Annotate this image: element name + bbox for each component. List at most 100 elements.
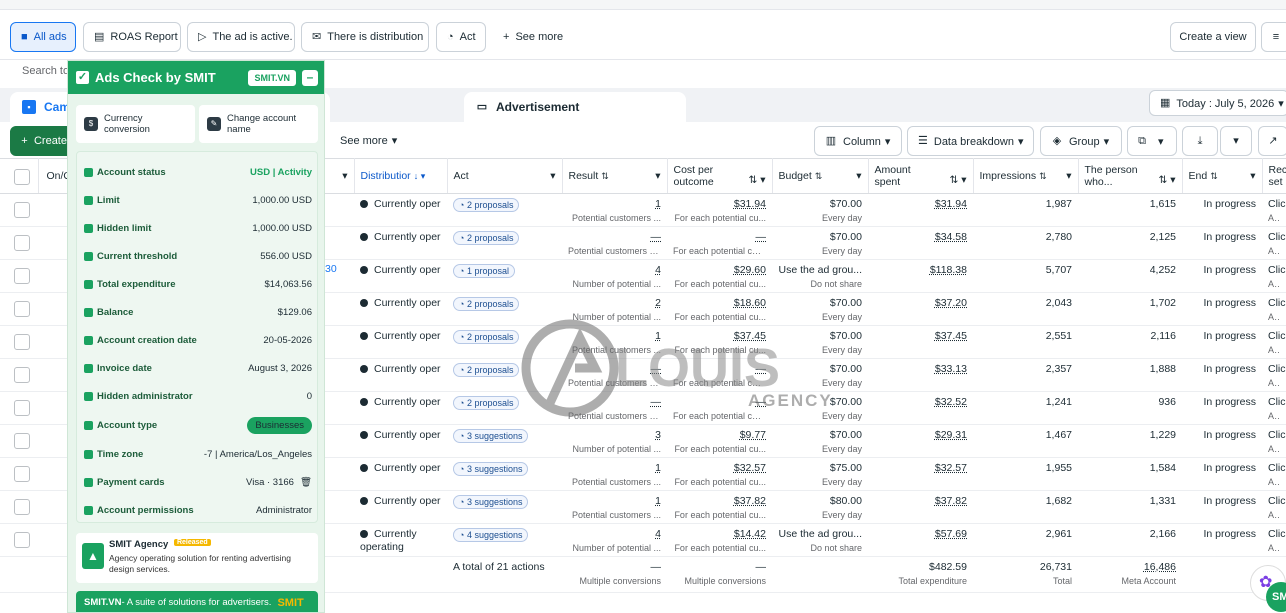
row-checkbox[interactable] [14,334,30,350]
smit-agency-card[interactable]: ▲ SMIT Agency Released Agency operating … [76,533,318,583]
change-account-name-button[interactable]: ✎ Change account name [199,105,318,143]
row-amount[interactable]: $118.38 [930,264,967,276]
view-ad-active[interactable]: ▷ The ad is active. [187,22,295,52]
row-3-name-fragment[interactable]: 30 [325,263,337,275]
row-checkbox[interactable] [14,235,30,251]
row-checkbox[interactable] [14,532,30,548]
recommendation-pill[interactable]: ◔ 2 proposals [453,231,520,245]
account-info-label: Payment cards [84,477,165,488]
row-checkbox[interactable] [14,202,30,218]
chart-button[interactable]: ↗ [1258,126,1286,156]
row-amount[interactable]: $33.13 [935,363,967,375]
recommendation-pill[interactable]: ◔ 4 suggestions [453,528,529,542]
row-result[interactable]: 1 [655,462,661,474]
row-checkbox[interactable] [14,367,30,383]
view-act[interactable]: ◔ Act [436,22,486,52]
row-cost[interactable]: $32.57 [734,462,766,474]
row-amount[interactable]: $31.94 [935,198,967,210]
row-checkbox[interactable] [14,301,30,317]
row-amount[interactable]: $34.58 [935,231,967,243]
row-result[interactable]: 4 [655,264,661,276]
row-result[interactable]: 1 [655,198,661,210]
row-checkbox[interactable] [14,499,30,515]
recommendation-pill[interactable]: ◔ 3 suggestions [453,462,529,476]
data-breakdown-button[interactable]: ☰ Data breakdown [907,126,1034,156]
row-amount[interactable]: $37.82 [935,495,967,507]
column-button[interactable]: ▥ Column [814,126,902,156]
row-amount[interactable]: $37.20 [935,297,967,309]
recommendation-pill[interactable]: ◔ 2 proposals [453,363,520,377]
recommendation-pill[interactable]: ◔ 2 proposals [453,297,520,311]
toolbar-see-more-button[interactable]: See more [340,134,397,147]
info-icon [84,251,93,261]
row-amount[interactable]: $32.57 [935,462,967,474]
create-view-button[interactable]: Create a view [1170,22,1256,52]
row-amount[interactable]: $37.45 [935,330,967,342]
row-checkbox[interactable] [14,268,30,284]
view-distribution[interactable]: ✉ There is distribution [301,22,429,52]
currency-conversion-button[interactable]: $ Currency conversion [76,105,195,143]
row-cost[interactable]: $18.60 [734,297,766,309]
minimize-icon[interactable]: – [302,69,318,86]
account-info-value[interactable]: Businesses [247,416,312,434]
row-result[interactable]: 4 [655,528,661,540]
search-input[interactable]: Search to [22,65,69,77]
export-button[interactable]: ⤓ [1182,126,1218,156]
export-dropdown-button[interactable]: ▾ [1220,126,1252,156]
info-icon [84,279,93,289]
column-result[interactable]: Result ⇅ ▾ [562,158,668,194]
recommendation-pill[interactable]: ◔ 2 proposals [453,198,520,212]
recommendation-pill[interactable]: ◔ 2 proposals [453,396,520,410]
row-cost[interactable]: $37.45 [734,330,766,342]
row-cost[interactable]: $9.77 [740,429,766,441]
footer-site[interactable]: SMIT.VN [84,597,121,608]
recommendation-pill[interactable]: ◔ 2 proposals [453,330,520,344]
row-result[interactable]: — [651,396,662,408]
tab-advertisement[interactable]: ▭ Advertisement [464,92,686,122]
row-result[interactable]: — [651,231,662,243]
row-amount[interactable]: $57.69 [935,528,967,540]
row-checkbox[interactable] [14,400,30,416]
date-range-picker[interactable]: ▦ Today : July 5, 2026 [1149,90,1286,116]
column-distribution[interactable]: Distributior ↓ ▾ [354,158,448,194]
row-cost[interactable]: $14.42 [734,528,766,540]
row-checkbox[interactable] [14,466,30,482]
column-impressions[interactable]: Impressions ⇅ ▾ [973,158,1079,194]
column-amount[interactable]: Amount spent ⇅ ▾ [868,158,974,194]
column-rec[interactable]: Rec set [1262,158,1286,194]
row-cost[interactable]: — [756,231,767,243]
select-all-checkbox[interactable] [14,168,30,185]
row-cost[interactable]: $29.60 [734,264,766,276]
row-checkbox[interactable] [14,433,30,449]
row-cost[interactable]: $37.82 [734,495,766,507]
recommendation-pill[interactable]: ◔ 3 suggestions [453,495,529,509]
row-result[interactable]: 1 [655,495,661,507]
settings-sliders-button[interactable]: ≡ [1261,22,1286,52]
column-budget[interactable]: Budget ⇅ ▾ [772,158,869,194]
copy-dropdown-button[interactable]: ⧉ [1127,126,1177,156]
view-all-ads[interactable]: ■ All ads [10,22,76,52]
row-amount[interactable]: $29.31 [935,429,967,441]
column-end[interactable]: End ⇅ ▾ [1182,158,1263,194]
recommendation-pill[interactable]: ◔ 3 suggestions [453,429,529,443]
row-cost[interactable]: $31.94 [734,198,766,210]
row-amount[interactable]: $32.52 [935,396,967,408]
panel-badge[interactable]: SMIT.VN [248,69,296,86]
row-result[interactable]: 2 [655,297,661,309]
row-result[interactable]: 1 [655,330,661,342]
row-result[interactable]: — [651,363,662,375]
trash-icon[interactable]: 🗑 [300,477,312,488]
group-button[interactable]: ◈ Group [1040,126,1122,156]
view-roas-report[interactable]: ▤ ROAS Report [83,22,181,52]
row-cost[interactable]: — [756,396,767,408]
row-cost[interactable]: — [756,363,767,375]
select-all-checkbox-cell[interactable] [0,158,39,194]
row-rec: Clic [1268,429,1286,441]
row-result[interactable]: 3 [655,429,661,441]
see-more-views-button[interactable]: + See more [492,22,570,52]
column-reach[interactable]: The person who... ⇅ ▾ [1078,158,1183,194]
column-cost[interactable]: Cost per outcome ⇅ ▾ [667,158,773,194]
recommendation-pill[interactable]: ◔ 1 proposal [453,264,515,278]
column-act[interactable]: Act ▾ [447,158,563,194]
smit-chat-bubble-icon[interactable]: SM [1266,582,1286,612]
